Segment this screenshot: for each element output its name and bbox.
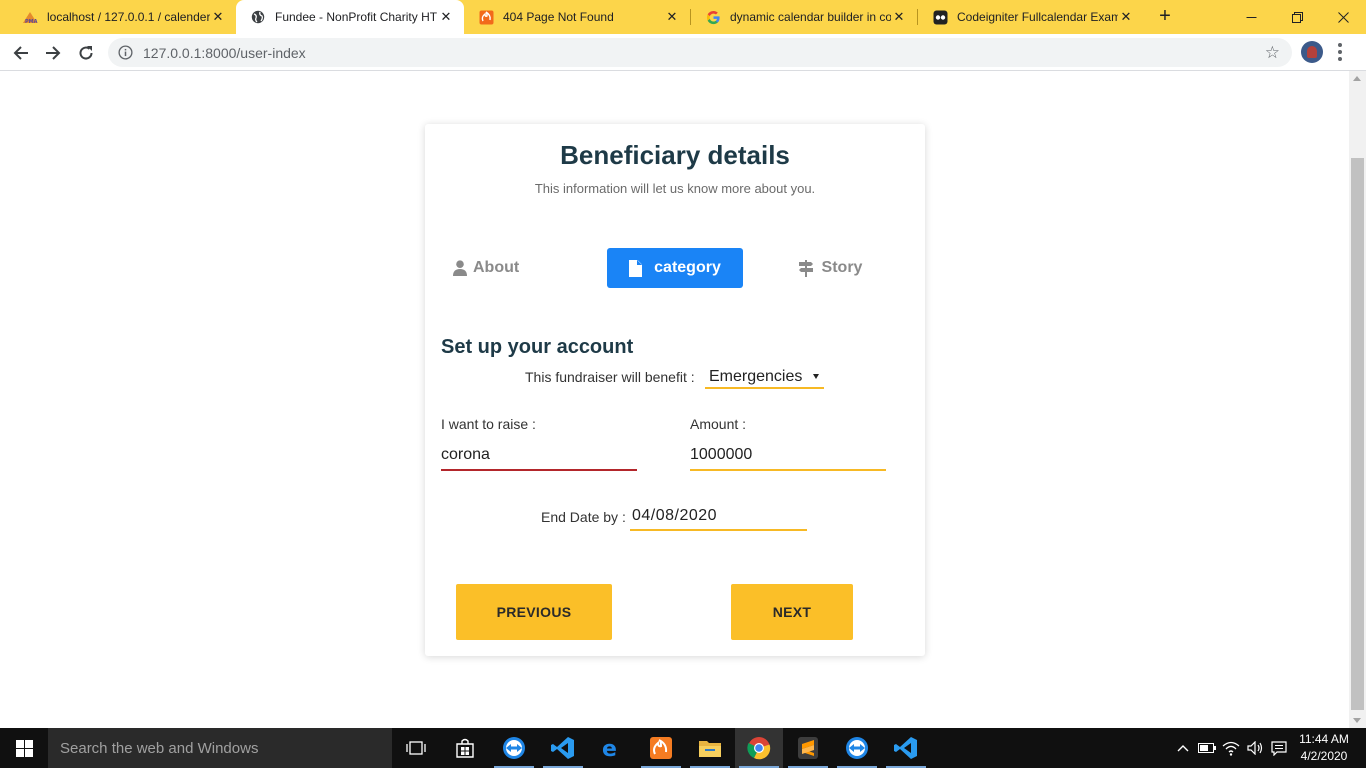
arrow-right-icon — [46, 46, 61, 60]
page-subtitle: This information will let us know more a… — [534, 181, 816, 196]
xampp-icon[interactable] — [637, 728, 685, 768]
document-icon — [629, 259, 643, 277]
tab-404[interactable]: 404 Page Not Found ✕ — [464, 0, 690, 34]
tab-codeigniter-fullcalendar[interactable]: Codeigniter Fullcalendar Examp ✕ — [918, 0, 1144, 34]
tab-fundee[interactable]: Fundee - NonProfit Charity HT ✕ — [236, 0, 464, 34]
step-label: About — [473, 259, 520, 276]
restore-icon — [1291, 11, 1303, 23]
close-icon[interactable]: ✕ — [891, 9, 907, 25]
reload-button[interactable] — [73, 40, 99, 66]
tab-title: localhost / 127.0.0.1 / calender — [47, 10, 210, 24]
edge-icon[interactable]: e — [588, 728, 636, 768]
svg-text:e: e — [602, 737, 617, 760]
benefit-select[interactable]: Emergencies — [705, 365, 824, 389]
restore-button[interactable] — [1274, 0, 1320, 34]
taskbar-search[interactable]: Search the web and Windows — [48, 728, 392, 768]
section-title: Set up your account — [441, 336, 634, 358]
info-icon[interactable] — [118, 45, 133, 60]
address-bar[interactable]: 127.0.0.1:8000/user-index ☆ — [108, 38, 1292, 67]
amount-label: Amount : — [690, 416, 747, 432]
signpost-icon — [798, 259, 813, 277]
page-title: Beneficiary details — [560, 140, 790, 170]
bookmark-star-icon[interactable]: ☆ — [1265, 43, 1280, 63]
wifi-icon[interactable] — [1220, 728, 1242, 768]
codeigniter-icon — [478, 9, 494, 25]
scroll-up-icon[interactable] — [1353, 76, 1361, 81]
amount-input[interactable]: 1000000 — [690, 442, 886, 471]
page-viewport: Beneficiary details This information wil… — [0, 71, 1366, 728]
search-placeholder: Search the web and Windows — [60, 740, 259, 757]
minimize-button[interactable] — [1228, 0, 1274, 34]
teamviewer-icon[interactable] — [490, 728, 538, 768]
close-icon[interactable]: ✕ — [210, 9, 226, 25]
reload-icon — [79, 46, 93, 60]
windows-taskbar: Search the web and Windows e 11:44 AM 4/… — [0, 728, 1366, 768]
tab-title: Fundee - NonProfit Charity HT — [275, 10, 438, 24]
tab-title: 404 Page Not Found — [503, 10, 614, 24]
site-icon — [932, 9, 948, 25]
next-button[interactable]: NEXT — [731, 584, 853, 640]
beneficiary-card: Beneficiary details This information wil… — [425, 124, 925, 656]
forward-button[interactable] — [40, 40, 66, 66]
end-date-label: End Date by : — [541, 509, 626, 525]
page-scrollbar[interactable] — [1349, 71, 1366, 728]
close-icon[interactable]: ✕ — [1118, 9, 1134, 25]
scrollbar-thumb[interactable] — [1351, 158, 1364, 710]
vscode-icon[interactable] — [539, 728, 587, 768]
notifications-icon[interactable] — [1269, 728, 1289, 768]
teamviewer-icon[interactable] — [833, 728, 881, 768]
battery-icon[interactable] — [1197, 728, 1217, 768]
tab-title: Codeigniter Fullcalendar Examp — [957, 10, 1118, 24]
profile-avatar[interactable] — [1301, 41, 1323, 63]
caret-down-icon — [813, 374, 819, 379]
raise-input[interactable]: corona — [441, 442, 637, 471]
volume-icon[interactable] — [1245, 728, 1267, 768]
taskbar-clock[interactable]: 11:44 AM 4/2/2020 — [1296, 731, 1352, 765]
benefit-label: This fundraiser will benefit : — [525, 369, 695, 385]
close-icon[interactable]: ✕ — [438, 9, 454, 25]
user-icon — [453, 260, 467, 276]
browser-toolbar: 127.0.0.1:8000/user-index ☆ — [0, 34, 1366, 71]
previous-button[interactable]: PREVIOUS — [456, 584, 612, 640]
windows-logo-icon — [15, 739, 33, 757]
globe-icon — [250, 9, 266, 25]
tray-chevron-up-icon[interactable] — [1173, 728, 1193, 768]
step-about[interactable]: About — [453, 248, 553, 288]
close-window-icon — [1337, 11, 1349, 23]
clock-time: 11:44 AM — [1299, 732, 1349, 746]
menu-kebab-icon[interactable] — [1337, 43, 1343, 61]
google-icon — [705, 9, 721, 25]
minimize-icon — [1246, 16, 1256, 18]
clock-date: 4/2/2020 — [1300, 749, 1348, 763]
phpmyadmin-icon: PMA — [22, 9, 38, 25]
url-text[interactable]: 127.0.0.1:8000/user-index — [143, 45, 306, 61]
chrome-icon[interactable] — [735, 728, 783, 768]
benefit-selected-value: Emergencies — [709, 368, 803, 385]
step-category[interactable]: category — [607, 248, 743, 288]
new-tab-button[interactable]: + — [1154, 5, 1176, 27]
end-date-input[interactable]: 04/08/2020 — [630, 503, 807, 531]
tab-google[interactable]: dynamic calendar builder in co ✕ — [691, 0, 917, 34]
close-window-button[interactable] — [1320, 0, 1366, 34]
step-story[interactable]: Story — [785, 248, 875, 288]
scroll-down-icon[interactable] — [1353, 718, 1361, 723]
tab-title: dynamic calendar builder in co — [730, 10, 891, 24]
arrow-left-icon — [13, 46, 28, 60]
vscode-icon[interactable] — [882, 728, 930, 768]
store-icon[interactable] — [441, 728, 489, 768]
file-explorer-icon[interactable] — [686, 728, 734, 768]
raise-label: I want to raise : — [441, 416, 536, 432]
start-button[interactable] — [0, 728, 48, 768]
sublime-icon[interactable] — [784, 728, 832, 768]
back-button[interactable] — [8, 40, 34, 66]
step-label: Story — [821, 259, 863, 276]
close-icon[interactable]: ✕ — [664, 9, 680, 25]
step-label: category — [654, 259, 721, 276]
browser-tabstrip: PMA localhost / 127.0.0.1 / calender ✕ F… — [0, 0, 1366, 34]
tab-phpmyadmin[interactable]: PMA localhost / 127.0.0.1 / calender ✕ — [8, 0, 236, 34]
task-view-icon[interactable] — [392, 728, 440, 768]
svg-text:PMA: PMA — [25, 19, 38, 25]
